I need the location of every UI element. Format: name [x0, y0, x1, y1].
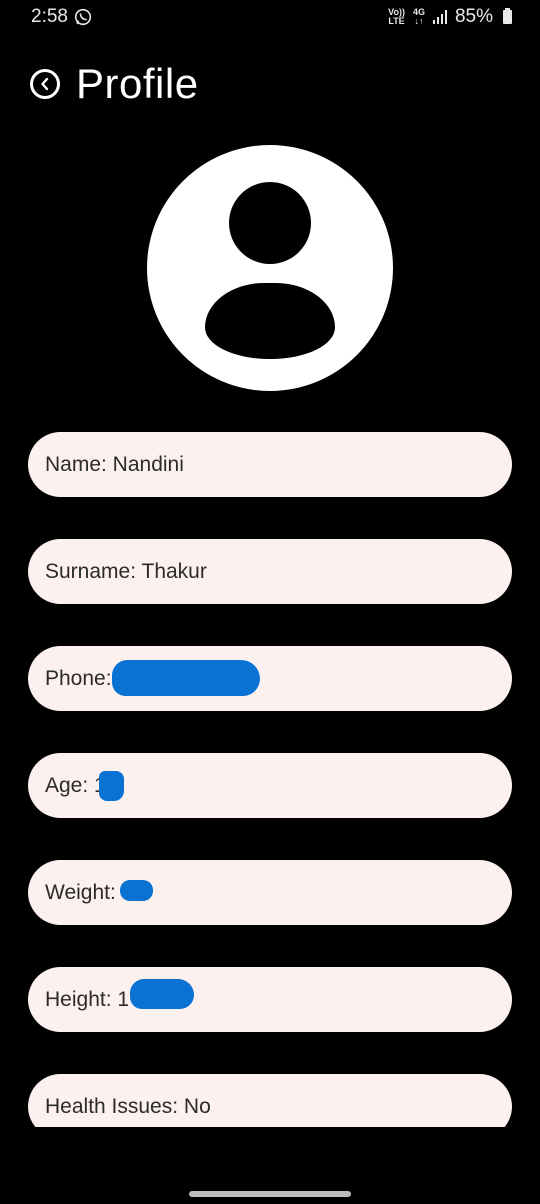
page-title: Profile: [76, 60, 199, 107]
surname-field[interactable]: Surname: Thakur: [28, 539, 512, 604]
phone-field[interactable]: Phone:: [28, 646, 512, 711]
health-issues-field[interactable]: Health Issues: No: [28, 1074, 512, 1127]
redaction-mark: [130, 979, 194, 1009]
status-bar: 2:58 Vo)) LTE 4G ↓↑ 85%: [0, 0, 540, 34]
avatar-body: [205, 283, 335, 359]
profile-fields-list[interactable]: Name: Nandini Surname: Thakur Phone: Age…: [0, 420, 540, 1127]
battery-icon: [503, 8, 512, 24]
header: Profile: [30, 58, 199, 110]
data-indicator: 4G ↓↑: [412, 7, 425, 26]
signal-icon: [432, 10, 447, 24]
phone-field-text: Phone:: [45, 666, 112, 690]
weight-field-text: Weight:: [45, 880, 116, 904]
gesture-nav-handle[interactable]: [189, 1191, 351, 1197]
age-field-text: Age: 1: [45, 773, 106, 797]
age-field[interactable]: Age: 1: [28, 753, 512, 818]
battery-percent: 85%: [454, 6, 493, 27]
height-field-text: Height: 1: [45, 987, 130, 1011]
weight-field[interactable]: Weight:: [28, 860, 512, 925]
chevron-left-icon: [41, 77, 49, 91]
redaction-mark: [99, 771, 124, 801]
surname-field-text: Surname: Thakur: [45, 559, 207, 583]
health-issues-field-text: Health Issues: No: [45, 1094, 211, 1118]
redaction-mark: [120, 880, 153, 901]
height-field[interactable]: Height: 1: [28, 967, 512, 1032]
avatar-head: [229, 182, 311, 264]
status-time: 2:58: [31, 6, 68, 27]
whatsapp-icon: [74, 8, 92, 26]
name-field-text: Name: Nandini: [45, 452, 184, 476]
avatar[interactable]: [147, 145, 393, 391]
volte-indicator: Vo)) LTE: [388, 7, 405, 26]
redaction-mark: [112, 660, 260, 696]
name-field[interactable]: Name: Nandini: [28, 432, 512, 497]
back-button[interactable]: [30, 69, 60, 99]
status-right: Vo)) LTE 4G ↓↑ 85%: [388, 6, 512, 28]
status-left: 2:58: [31, 6, 92, 28]
